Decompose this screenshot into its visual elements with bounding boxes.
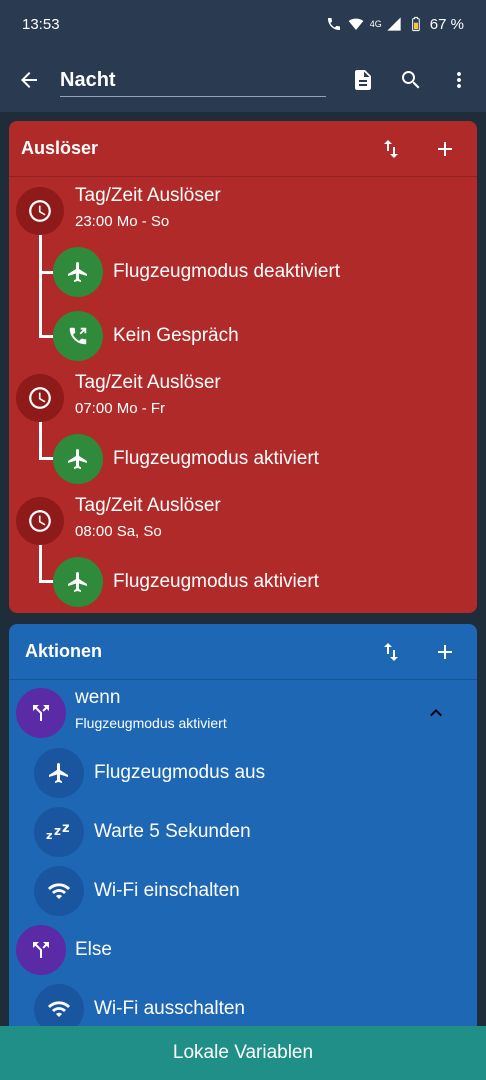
constraint-item[interactable]: Kein Gespräch — [53, 311, 239, 361]
triggers-card: Auslöser Tag/Zeit Auslöser 23:00 Mo - So… — [9, 121, 477, 613]
trigger-detail: 07:00 Mo - Fr — [75, 399, 166, 417]
airplane-icon — [34, 748, 84, 798]
triggers-title: Auslöser — [21, 138, 99, 158]
status-icons: 4G 67 % — [326, 16, 464, 33]
constraint-item[interactable]: Flugzeugmodus aktiviert — [53, 557, 319, 607]
more-vert-icon — [457, 72, 461, 88]
reorder-icon[interactable] — [379, 640, 403, 664]
else-block[interactable]: Else — [16, 925, 112, 975]
action-label: Warte 5 Sekunden — [94, 821, 251, 842]
branch-icon — [16, 688, 66, 738]
network-type: 4G — [369, 19, 382, 29]
triggers-header: Auslöser — [9, 121, 477, 177]
wifi-icon — [34, 866, 84, 916]
clock-icon — [16, 497, 64, 545]
battery-icon — [411, 16, 420, 32]
trigger-title: Tag/Zeit Auslöser — [75, 494, 221, 516]
if-condition: Flugzeugmodus aktiviert — [75, 715, 227, 731]
app-bar: Nacht — [0, 48, 486, 112]
constraint-item[interactable]: Flugzeugmodus deaktiviert — [53, 247, 340, 297]
airplane-icon — [53, 434, 103, 484]
action-item[interactable]: Wi-Fi einschalten — [34, 866, 240, 916]
else-label: Else — [75, 939, 112, 960]
action-item[interactable]: zzz Warte 5 Sekunden — [34, 807, 251, 857]
search-icon — [402, 71, 420, 89]
branch-icon — [16, 925, 66, 975]
trigger-item[interactable]: Tag/Zeit Auslöser 23:00 Mo - So — [16, 184, 221, 235]
svg-text:z: z — [46, 829, 52, 842]
description-button[interactable] — [350, 67, 376, 93]
trigger-title: Tag/Zeit Auslöser — [75, 184, 221, 206]
action-label: Flugzeugmodus aus — [94, 762, 266, 783]
tree-line — [39, 419, 42, 459]
airplane-icon — [53, 247, 103, 297]
action-item[interactable]: Flugzeugmodus aus — [34, 748, 265, 798]
chevron-up-icon[interactable] — [424, 701, 448, 725]
actions-title: Aktionen — [25, 641, 103, 661]
constraint-label: Flugzeugmodus deaktiviert — [113, 261, 341, 282]
constraint-label: Flugzeugmodus aktiviert — [113, 448, 319, 469]
reorder-icon[interactable] — [379, 137, 403, 161]
signal-icon — [387, 17, 401, 31]
constraint-item[interactable]: Flugzeugmodus aktiviert — [53, 434, 319, 484]
clock-icon — [16, 187, 64, 235]
actions-header: Aktionen — [9, 624, 477, 680]
if-label: wenn — [75, 687, 121, 708]
action-label: Wi-Fi einschalten — [94, 880, 240, 901]
trigger-title: Tag/Zeit Auslöser — [75, 371, 221, 393]
trigger-detail: 08:00 Sa, So — [75, 522, 162, 540]
trigger-item[interactable]: Tag/Zeit Auslöser 07:00 Mo - Fr — [16, 371, 221, 422]
constraint-label: Flugzeugmodus aktiviert — [113, 571, 319, 592]
if-block[interactable]: wenn Flugzeugmodus aktiviert — [16, 687, 456, 738]
svg-text:z: z — [62, 821, 70, 836]
add-trigger-icon[interactable] — [433, 137, 457, 161]
trigger-item[interactable]: Tag/Zeit Auslöser 08:00 Sa, So — [16, 494, 221, 545]
constraint-label: Kein Gespräch — [113, 325, 239, 346]
wifi-call-icon — [327, 18, 340, 30]
tree-line — [39, 231, 42, 337]
macro-name-field[interactable]: Nacht — [60, 63, 326, 97]
document-icon — [355, 70, 371, 90]
local-variables-button[interactable]: Lokale Variablen — [0, 1026, 486, 1080]
status-bar: 13:53 4G 67 % — [0, 0, 486, 48]
action-label: Wi-Fi ausschalten — [94, 998, 245, 1019]
airplane-icon — [53, 557, 103, 607]
status-time: 13:53 — [22, 15, 60, 33]
wifi-icon — [348, 18, 364, 30]
actions-card: Aktionen wenn Flugzeugmodus aktiviert Fl… — [9, 624, 477, 1044]
phone-call-icon — [53, 311, 103, 361]
overflow-menu-button[interactable] — [446, 67, 472, 93]
clock-icon — [16, 374, 64, 422]
back-button[interactable] — [14, 65, 44, 95]
battery-level: 67 % — [429, 15, 464, 33]
sleep-zzz-icon: zzz — [34, 807, 84, 857]
trigger-detail: 23:00 Mo - So — [75, 212, 170, 230]
add-action-icon[interactable] — [433, 640, 457, 664]
arrow-back-icon — [21, 72, 37, 88]
search-button[interactable] — [398, 67, 424, 93]
svg-text:z: z — [54, 824, 61, 838]
tree-line — [39, 542, 42, 582]
